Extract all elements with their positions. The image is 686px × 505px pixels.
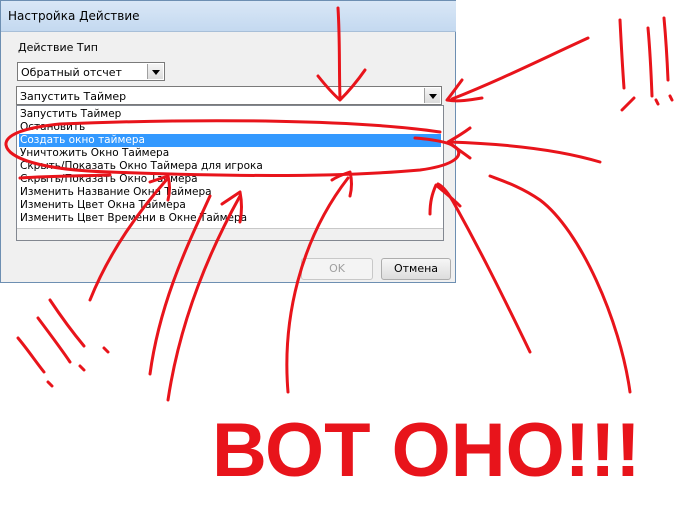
action-combo[interactable]: Запустить Таймер xyxy=(16,86,442,105)
action-type-dropdown-button[interactable] xyxy=(147,64,163,79)
scribble-9 xyxy=(48,298,86,348)
list-item[interactable]: Скрыть/Показать Окно Таймера для игрока xyxy=(19,160,441,173)
scribble-11 xyxy=(78,364,86,372)
annotation-big-text: ВОТ ОНО!!! xyxy=(212,408,641,493)
scribble-10 xyxy=(46,380,54,388)
scribble-2 xyxy=(646,26,654,98)
list-empty-area xyxy=(17,228,443,240)
scribble-1 xyxy=(618,18,626,90)
action-dropdown-list[interactable]: Запустить Таймер Остановить Создать окно… xyxy=(16,105,444,241)
list-item[interactable]: Изменить Название Окна Таймера xyxy=(19,186,441,199)
list-item[interactable]: Запустить Таймер xyxy=(19,108,441,121)
list-item-selected[interactable]: Создать окно таймера xyxy=(19,134,441,147)
action-type-value: Обратный отсчет xyxy=(21,66,122,79)
right-arrow-top xyxy=(450,36,590,101)
action-combo-value: Запустить Таймер xyxy=(20,90,127,103)
chevron-down-icon xyxy=(152,70,160,75)
action-type-label: Действие Тип xyxy=(18,41,98,54)
dialog-titlebar[interactable]: Настройка Действие xyxy=(1,1,456,32)
scribble-7 xyxy=(16,336,46,374)
scribble-6 xyxy=(668,94,674,102)
settings-dialog: Настройка Действие Действие Тип Обратный… xyxy=(0,0,456,283)
list-item[interactable]: Изменить Цвет Окна Таймера xyxy=(19,199,441,212)
list-item[interactable]: Изменить Цвет Времени в Окне Таймера xyxy=(19,212,441,225)
scribble-4 xyxy=(620,96,636,112)
chevron-down-icon xyxy=(429,94,437,99)
arrow-right-mid xyxy=(448,140,602,164)
ok-button[interactable]: OK xyxy=(301,258,373,280)
scribble-3 xyxy=(662,16,670,82)
list-item[interactable]: Остановить xyxy=(19,121,441,134)
scribble-5 xyxy=(654,98,660,106)
scribble-12 xyxy=(102,346,110,354)
action-dropdown-button[interactable] xyxy=(424,88,440,103)
arrow-curve-big xyxy=(488,174,632,394)
cancel-button[interactable]: Отмена xyxy=(381,258,451,280)
list-item[interactable]: Уничтожить Окно Таймера xyxy=(19,147,441,160)
scribble-8 xyxy=(36,316,72,364)
list-item[interactable]: Скрыть/Показать Окно Таймера xyxy=(19,173,441,186)
dialog-title: Настройка Действие xyxy=(8,9,140,23)
action-type-combo[interactable]: Обратный отсчет xyxy=(17,62,165,81)
